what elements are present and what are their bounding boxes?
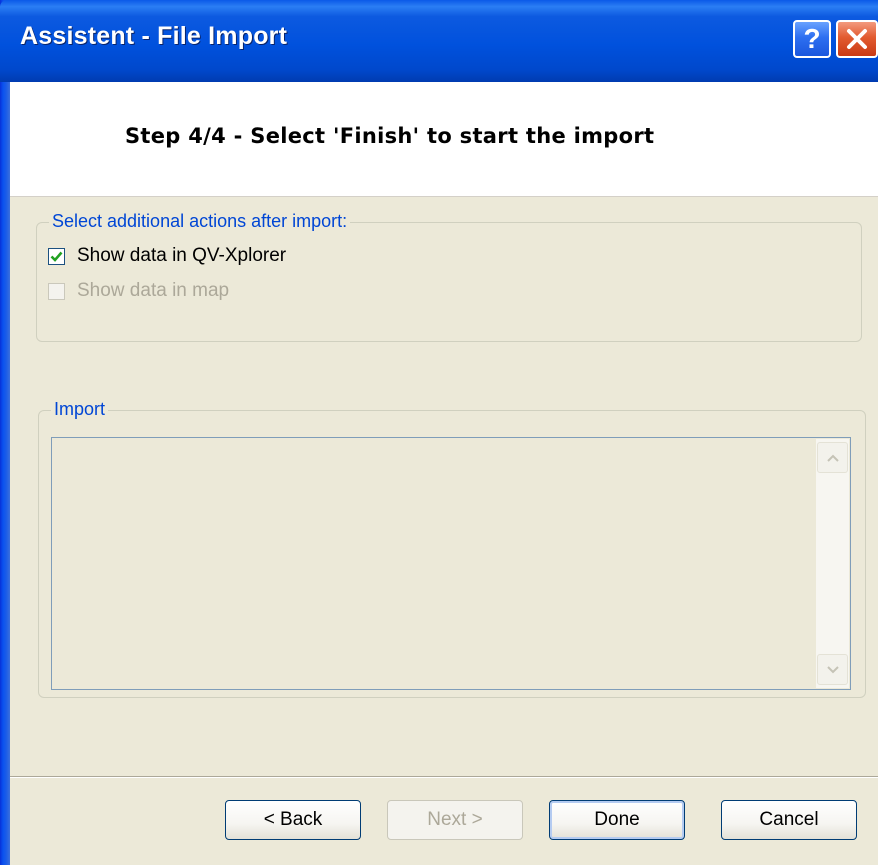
option-show-in-qv-xplorer[interactable]: Show data in QV-Xplorer [48,245,286,267]
import-groupbox: Import [38,399,866,698]
scroll-down-button[interactable] [817,654,848,685]
done-button[interactable]: Done [549,800,685,840]
window-left-border [0,0,10,865]
chevron-up-icon [826,454,839,462]
actions-groupbox: Select additional actions after import: … [36,211,862,342]
window-title: Assistent - File Import [20,22,288,50]
button-bar-divider [10,776,878,778]
actions-legend: Select additional actions after import: [49,211,351,232]
show-in-map-label: Show data in map [77,280,230,301]
show-in-qv-xplorer-label: Show data in QV-Xplorer [77,245,287,266]
option-show-in-map[interactable]: Show data in map [48,280,229,302]
cancel-button[interactable]: Cancel [721,800,857,840]
wizard-header: Step 4/4 - Select 'Finish' to start the … [10,82,878,197]
help-button[interactable]: ? [793,20,831,58]
file-import-dialog: Assistent - File Import ? Step 4/4 - Sel… [0,0,878,865]
import-legend: Import [51,399,109,420]
show-in-map-checkbox[interactable] [48,282,65,300]
checkmark-icon [50,251,63,262]
show-in-qv-xplorer-checkbox[interactable] [48,247,65,265]
import-log-textarea[interactable] [51,437,851,690]
chevron-down-icon [826,665,839,673]
back-button[interactable]: < Back [225,800,361,840]
close-icon [847,29,867,49]
import-log-scrollbar[interactable] [816,439,849,688]
next-button[interactable]: Next > [387,800,523,840]
title-bar[interactable]: Assistent - File Import ? [0,0,878,82]
scroll-up-button[interactable] [817,442,848,473]
close-button[interactable] [836,20,878,58]
step-title: Step 4/4 - Select 'Finish' to start the … [125,124,655,148]
help-icon: ? [803,23,821,54]
